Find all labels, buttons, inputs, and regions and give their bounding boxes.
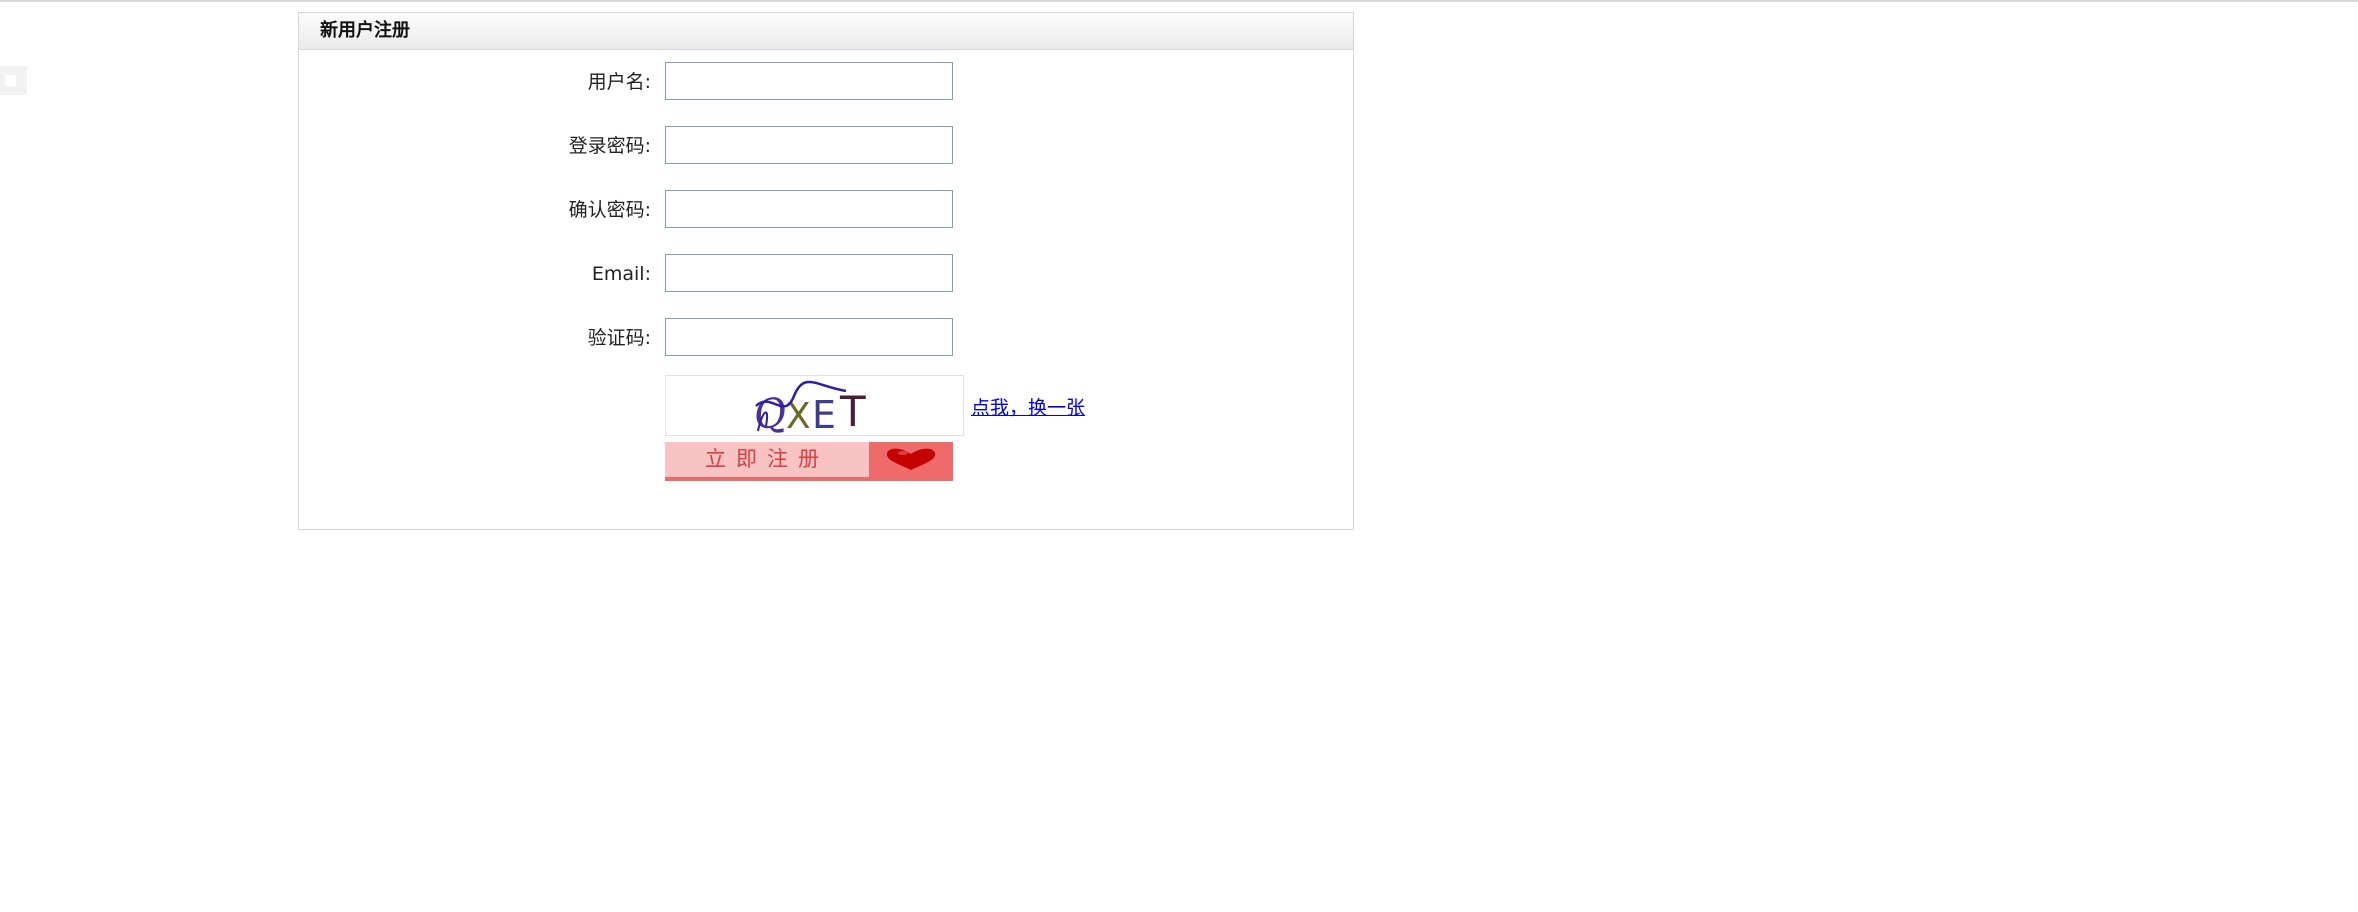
- captcha-char-3: E: [812, 393, 836, 436]
- captcha-char-1: Q: [751, 389, 790, 436]
- email-input[interactable]: [665, 254, 953, 292]
- side-toggle-handle[interactable]: [0, 66, 27, 95]
- register-button[interactable]: 立即注册: [665, 442, 953, 481]
- captcha-row: 验证码:: [299, 318, 1353, 358]
- email-row: Email:: [299, 254, 1353, 294]
- captcha-char-4: T: [839, 387, 866, 436]
- captcha-label: 验证码:: [587, 327, 651, 349]
- top-border-line: [0, 0, 2358, 2]
- username-row: 用户名:: [299, 62, 1353, 102]
- panel-title: 新用户注册: [299, 13, 1353, 50]
- registration-panel: 新用户注册 用户名: 登录密码: 确认密码: Email: 验证码: Q X E…: [298, 12, 1354, 530]
- password-label: 登录密码:: [568, 135, 651, 157]
- refresh-captcha-link[interactable]: 点我，换一张: [971, 393, 1085, 420]
- confirm-password-row: 确认密码:: [299, 190, 1353, 230]
- captcha-input[interactable]: [665, 318, 953, 356]
- password-input[interactable]: [665, 126, 953, 164]
- register-button-label: 立即注册: [705, 447, 829, 471]
- confirm-password-label: 确认密码:: [568, 199, 651, 221]
- captcha-graphic: Q X E T: [751, 380, 866, 436]
- heart-icon: [869, 442, 953, 477]
- email-label: Email:: [591, 263, 651, 285]
- captcha-image[interactable]: Q X E T: [665, 375, 964, 436]
- username-label: 用户名:: [587, 71, 651, 93]
- confirm-password-input[interactable]: [665, 190, 953, 228]
- password-row: 登录密码:: [299, 126, 1353, 166]
- username-input[interactable]: [665, 62, 953, 100]
